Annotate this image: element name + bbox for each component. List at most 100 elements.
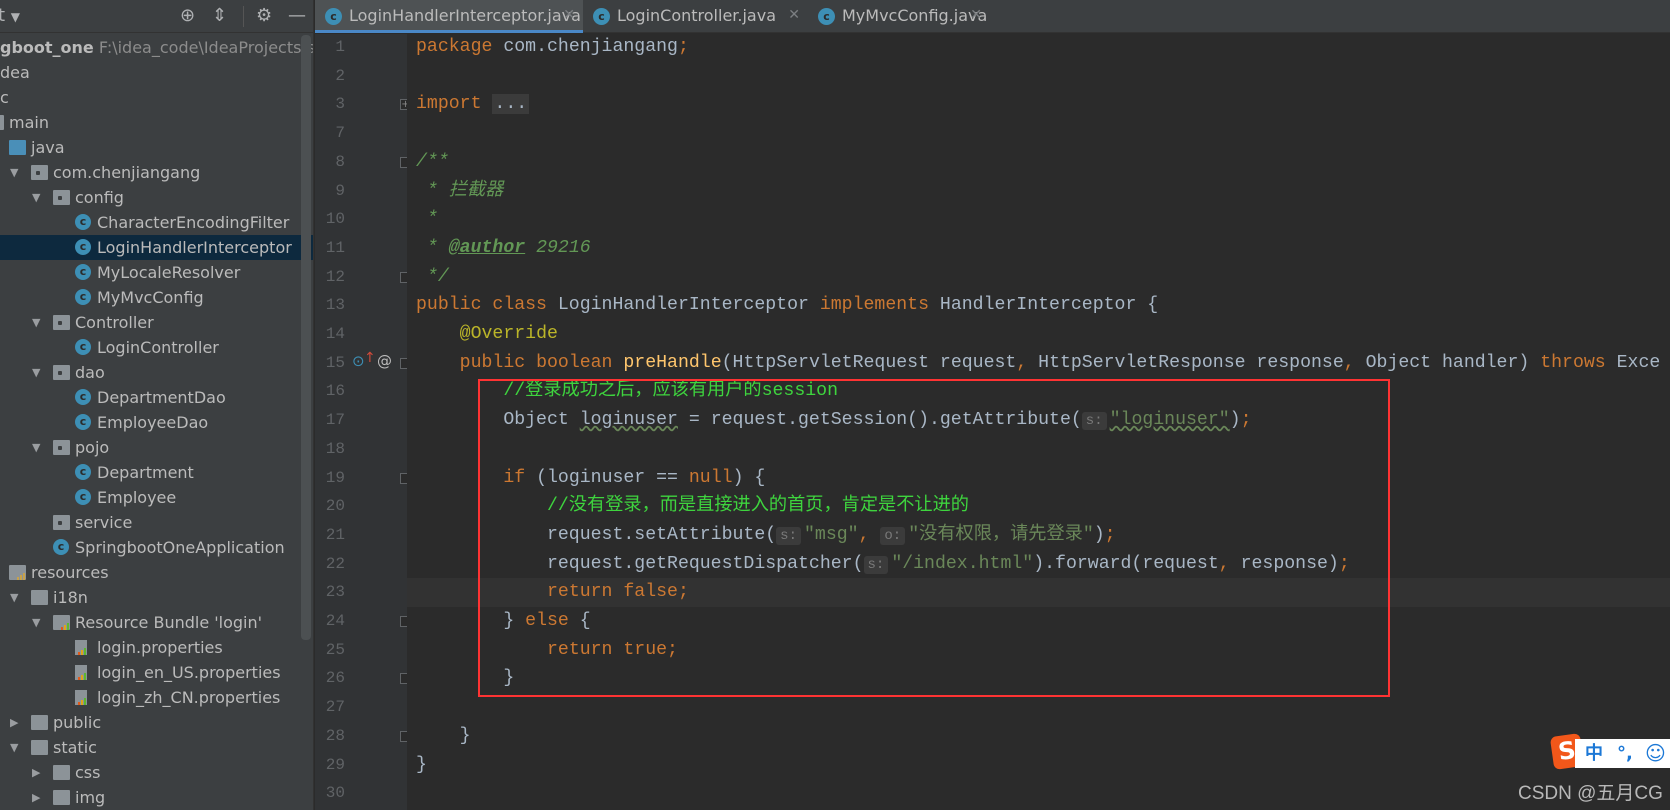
folder-icon xyxy=(31,590,48,605)
tree-item[interactable]: ▶ public xyxy=(0,710,313,735)
code-token: (HttpServletRequest request xyxy=(721,352,1017,373)
tree-item[interactable]: ▼ Controller xyxy=(0,310,313,335)
overrides-method-icon[interactable]: ⊙ xyxy=(352,352,365,370)
tree-item[interactable]: main xyxy=(0,110,313,135)
tree-item[interactable]: gboot_one F:\idea_code\IdeaProjects\spri xyxy=(0,35,313,60)
line-number: 18 xyxy=(325,439,345,458)
tree-item-label: static xyxy=(53,735,97,760)
code-line: * 拦截器 xyxy=(416,177,1670,206)
tree-item[interactable]: service xyxy=(0,510,313,535)
annotation-at-icon[interactable]: @ xyxy=(377,352,392,370)
chevron-down-icon[interactable]: ▼ xyxy=(32,610,40,635)
code-line: } xyxy=(416,751,1670,780)
tree-item[interactable]: resources xyxy=(0,560,313,585)
tree-item[interactable]: ▼ dao xyxy=(0,360,313,385)
tree-item[interactable]: ▶ css xyxy=(0,760,313,785)
tree-item[interactable]: c SpringbootOneApplication xyxy=(0,535,313,560)
tab-logincontroller-java[interactable]: c LoginController.java ✕ xyxy=(583,0,808,33)
tree-item-label: config xyxy=(75,185,124,210)
chevron-down-icon[interactable]: ▼ xyxy=(32,185,40,210)
tab-label: LoginHandlerInterceptor.java xyxy=(349,6,581,25)
tree-item[interactable]: c LoginController xyxy=(0,335,313,360)
chevron-down-icon[interactable]: ▼ xyxy=(10,160,18,185)
chevron-down-icon[interactable]: ▼ xyxy=(32,310,40,335)
class-icon: c xyxy=(75,214,91,230)
code-token: public class xyxy=(416,295,558,316)
tree-item-text: DepartmentDao xyxy=(97,388,226,407)
tree-item[interactable]: c MyMvcConfig xyxy=(0,285,313,310)
tree-item[interactable]: c EmployeeDao xyxy=(0,410,313,435)
tree-item[interactable]: c Department xyxy=(0,460,313,485)
tree-item-text: SpringbootOneApplication xyxy=(75,538,285,557)
ime-toolbar[interactable]: 中 °, ☺ xyxy=(1575,739,1670,768)
tree-item-text: service xyxy=(75,513,133,532)
tree-item[interactable]: c LoginHandlerInterceptor xyxy=(0,235,313,260)
ime-mode[interactable]: 中 xyxy=(1585,739,1603,768)
collapse-all-icon[interactable]: ⇕ xyxy=(212,5,227,27)
tree-item-text: login_en_US.properties xyxy=(97,663,281,682)
minimize-icon[interactable]: — xyxy=(288,5,306,27)
tree-item[interactable]: ▼ static xyxy=(0,735,313,760)
tree-item[interactable]: c MyLocaleResolver xyxy=(0,260,313,285)
close-icon[interactable]: ✕ xyxy=(563,0,575,31)
tree-item[interactable]: ▼ Resource Bundle 'login' xyxy=(0,610,313,635)
chevron-right-icon[interactable]: ▶ xyxy=(32,785,40,810)
tree-item-text: gboot_one xyxy=(0,38,94,57)
line-number: 7 xyxy=(335,124,345,143)
line-number: 23 xyxy=(325,583,345,602)
tree-item[interactable]: ▼ com.chenjiangang xyxy=(0,160,313,185)
tree-item[interactable]: java xyxy=(0,135,313,160)
smiley-icon[interactable]: ☺ xyxy=(1645,739,1666,768)
tree-item-text: LoginHandlerInterceptor xyxy=(97,238,292,257)
code-token: HandlerInterceptor { xyxy=(939,295,1159,316)
tree-item[interactable]: c CharacterEncodingFilter xyxy=(0,210,313,235)
code-line: import ... xyxy=(416,90,1670,119)
line-number: 11 xyxy=(325,238,345,257)
project-view-selector[interactable]: t ▼ xyxy=(0,5,20,28)
tree-item[interactable]: c Employee xyxy=(0,485,313,510)
folder-icon xyxy=(53,790,70,805)
tree-item-label: Resource Bundle 'login' xyxy=(75,610,262,635)
tree-item[interactable]: login.properties xyxy=(0,635,313,660)
bars-icon xyxy=(17,572,26,580)
chevron-down-icon[interactable]: ▼ xyxy=(10,735,18,760)
tree-item-label: dea xyxy=(0,60,30,85)
tree-item[interactable]: c DepartmentDao xyxy=(0,385,313,410)
tree-item[interactable]: login_zh_CN.properties xyxy=(0,685,313,710)
tab-loginhandlerinterceptor-java[interactable]: c LoginHandlerInterceptor.java ✕ xyxy=(315,0,583,33)
chevron-down-icon[interactable]: ▼ xyxy=(10,585,18,610)
folder-icon xyxy=(53,765,70,780)
crosshair-icon[interactable]: ⊕ xyxy=(180,5,195,27)
chevron-right-icon[interactable]: ▶ xyxy=(10,710,18,735)
tree-item-label: LoginController xyxy=(97,335,219,360)
tree-item[interactable]: login_en_US.properties xyxy=(0,660,313,685)
tree-item-label: java xyxy=(31,135,65,160)
ime-punctuation[interactable]: °, xyxy=(1617,739,1633,768)
close-icon[interactable]: ✕ xyxy=(788,0,800,31)
editor-tabs: c LoginHandlerInterceptor.java ✕ c LoginCont… xyxy=(315,0,1670,33)
chevron-down-icon[interactable]: ▼ xyxy=(32,360,40,385)
tree-item-label: CharacterEncodingFilter xyxy=(97,210,289,235)
code-line: */ xyxy=(416,263,1670,292)
package-dot xyxy=(58,321,62,325)
chevron-right-icon[interactable]: ▶ xyxy=(32,760,40,785)
tree-item[interactable]: ▼ config xyxy=(0,185,313,210)
tree-item-text: c xyxy=(0,88,9,107)
chevron-down-icon[interactable]: ▼ xyxy=(32,435,40,460)
gear-icon[interactable]: ⚙ xyxy=(256,5,272,27)
tree-item[interactable]: c xyxy=(0,85,313,110)
line-number: 3 xyxy=(335,95,345,114)
code-token: import xyxy=(416,94,493,115)
tree-item[interactable]: ▶ img xyxy=(0,785,313,810)
tab-label: LoginController.java xyxy=(617,6,777,25)
tree-item[interactable]: ▼ i18n xyxy=(0,585,313,610)
tree-item[interactable]: ▼ pojo xyxy=(0,435,313,460)
project-panel: t ▼ ⊕ ⇕ ⚙ — gboot_one F:\idea_code\IdeaP… xyxy=(0,0,314,810)
tree-item[interactable]: dea xyxy=(0,60,313,85)
tab-mymvcconfig-java[interactable]: c MyMvcConfig.java ✕ xyxy=(808,0,990,33)
sidebar-scrollbar[interactable] xyxy=(301,35,311,640)
close-icon[interactable]: ✕ xyxy=(970,0,982,31)
